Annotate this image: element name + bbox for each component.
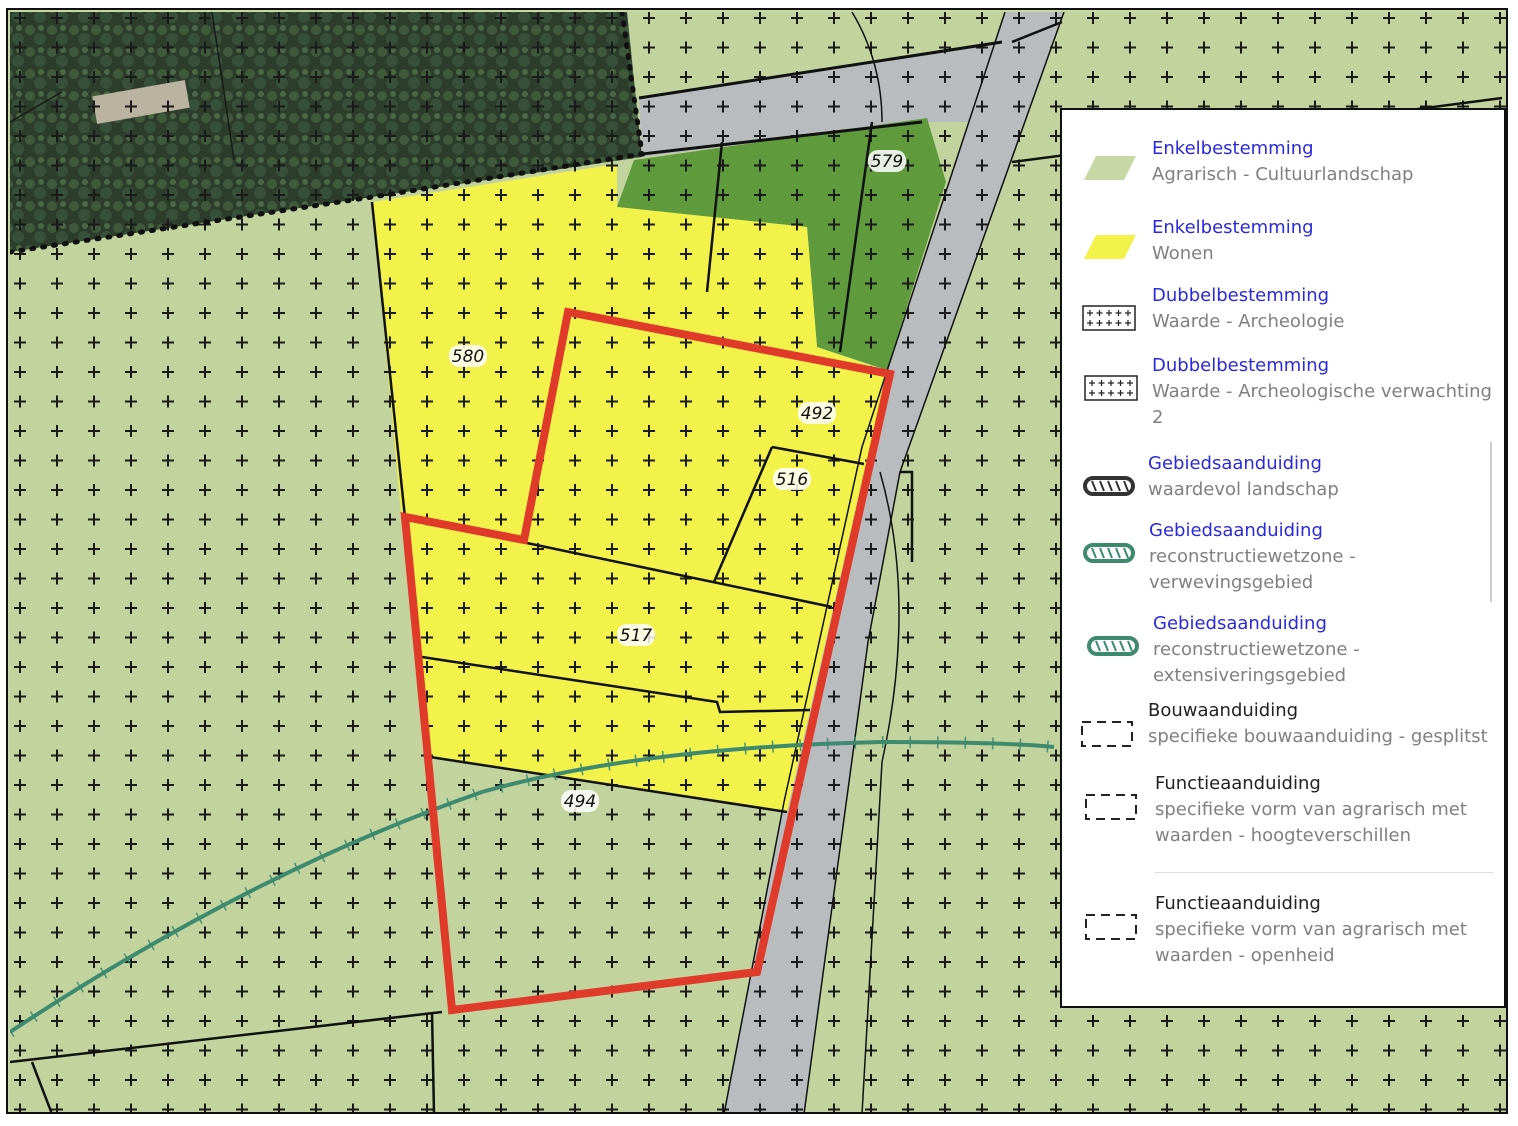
dashed-box-icon — [1080, 720, 1136, 754]
legend-item-subtitle: Waarde - Archeologische verwachting 2 — [1152, 381, 1492, 428]
plot-number-text: 579 — [871, 152, 903, 172]
legend-item-subtitle: reconstructiewetzone - verwevingsgebied — [1149, 546, 1356, 593]
plot-number-label: 580 — [449, 345, 487, 367]
scalloped-outline-green-icon — [1082, 540, 1138, 572]
legend-item-subtitle: waardevol landschap — [1148, 479, 1339, 500]
plot-number-text: 492 — [801, 404, 833, 424]
legend-divider — [1154, 872, 1494, 873]
legend-item-subtitle: Waarde - Archeologie — [1152, 311, 1345, 332]
legend-item-subtitle: Wonen — [1152, 243, 1214, 264]
legend-item-subtitle: Agrarisch - Cultuurlandschap — [1152, 164, 1414, 185]
legend-item-title: Functieaanduiding — [1155, 893, 1321, 914]
plot-number-text: 580 — [452, 347, 484, 367]
legend-item-title: Enkelbestemming — [1152, 138, 1314, 159]
dashed-box-icon — [1084, 913, 1140, 947]
legend-panel: Enkelbestemming Agrarisch - Cultuurlandsc… — [1060, 108, 1506, 1008]
parallelogram-yellow-icon — [1082, 231, 1138, 267]
legend-item-subtitle: specifieke vorm van agrarisch met waarde… — [1155, 799, 1467, 846]
plus-grid-box-icon — [1084, 375, 1140, 407]
legend-item-title: Gebiedsaanduiding — [1149, 520, 1323, 541]
plot-number-label: 516 — [773, 468, 811, 490]
dashed-box-icon — [1084, 793, 1140, 827]
legend-scrollbar[interactable] — [1490, 520, 1492, 600]
legend-item-title: Gebiedsaanduiding — [1153, 613, 1327, 634]
legend-item-title: Dubbelbestemming — [1152, 285, 1330, 306]
legend-item-title: Gebiedsaanduiding — [1148, 453, 1322, 474]
parallelogram-light-green-icon — [1082, 152, 1138, 188]
legend-item-subtitle: specifieke vorm van agrarisch met waarde… — [1155, 919, 1467, 966]
legend-item-subtitle: specifieke bouwaanduiding - gesplitst — [1148, 726, 1488, 747]
plot-number-text: 494 — [564, 792, 596, 812]
plot-number-label: 517 — [617, 624, 655, 646]
map-viewer[interactable]: 579 580 492 516 517 494 Enkelbestemming Agrari… — [6, 8, 1508, 1114]
scalloped-outline-dark-icon — [1082, 473, 1138, 505]
legend-item-title: Bouwaanduiding — [1148, 700, 1299, 721]
plus-grid-box-icon — [1082, 305, 1138, 337]
legend-item-title: Enkelbestemming — [1152, 217, 1314, 238]
scalloped-outline-green-icon — [1086, 633, 1142, 665]
plot-number-text: 516 — [776, 470, 809, 490]
legend-item-subtitle: reconstructiewetzone - extensiveringsgeb… — [1153, 639, 1360, 686]
legend-item-title: Dubbelbestemming — [1152, 355, 1330, 376]
plot-number-text: 517 — [620, 626, 653, 646]
plot-number-label: 579 — [868, 150, 906, 172]
legend-item-title: Functieaanduiding — [1155, 773, 1321, 794]
plot-number-label: 494 — [561, 790, 599, 812]
plot-number-label: 492 — [798, 402, 836, 424]
